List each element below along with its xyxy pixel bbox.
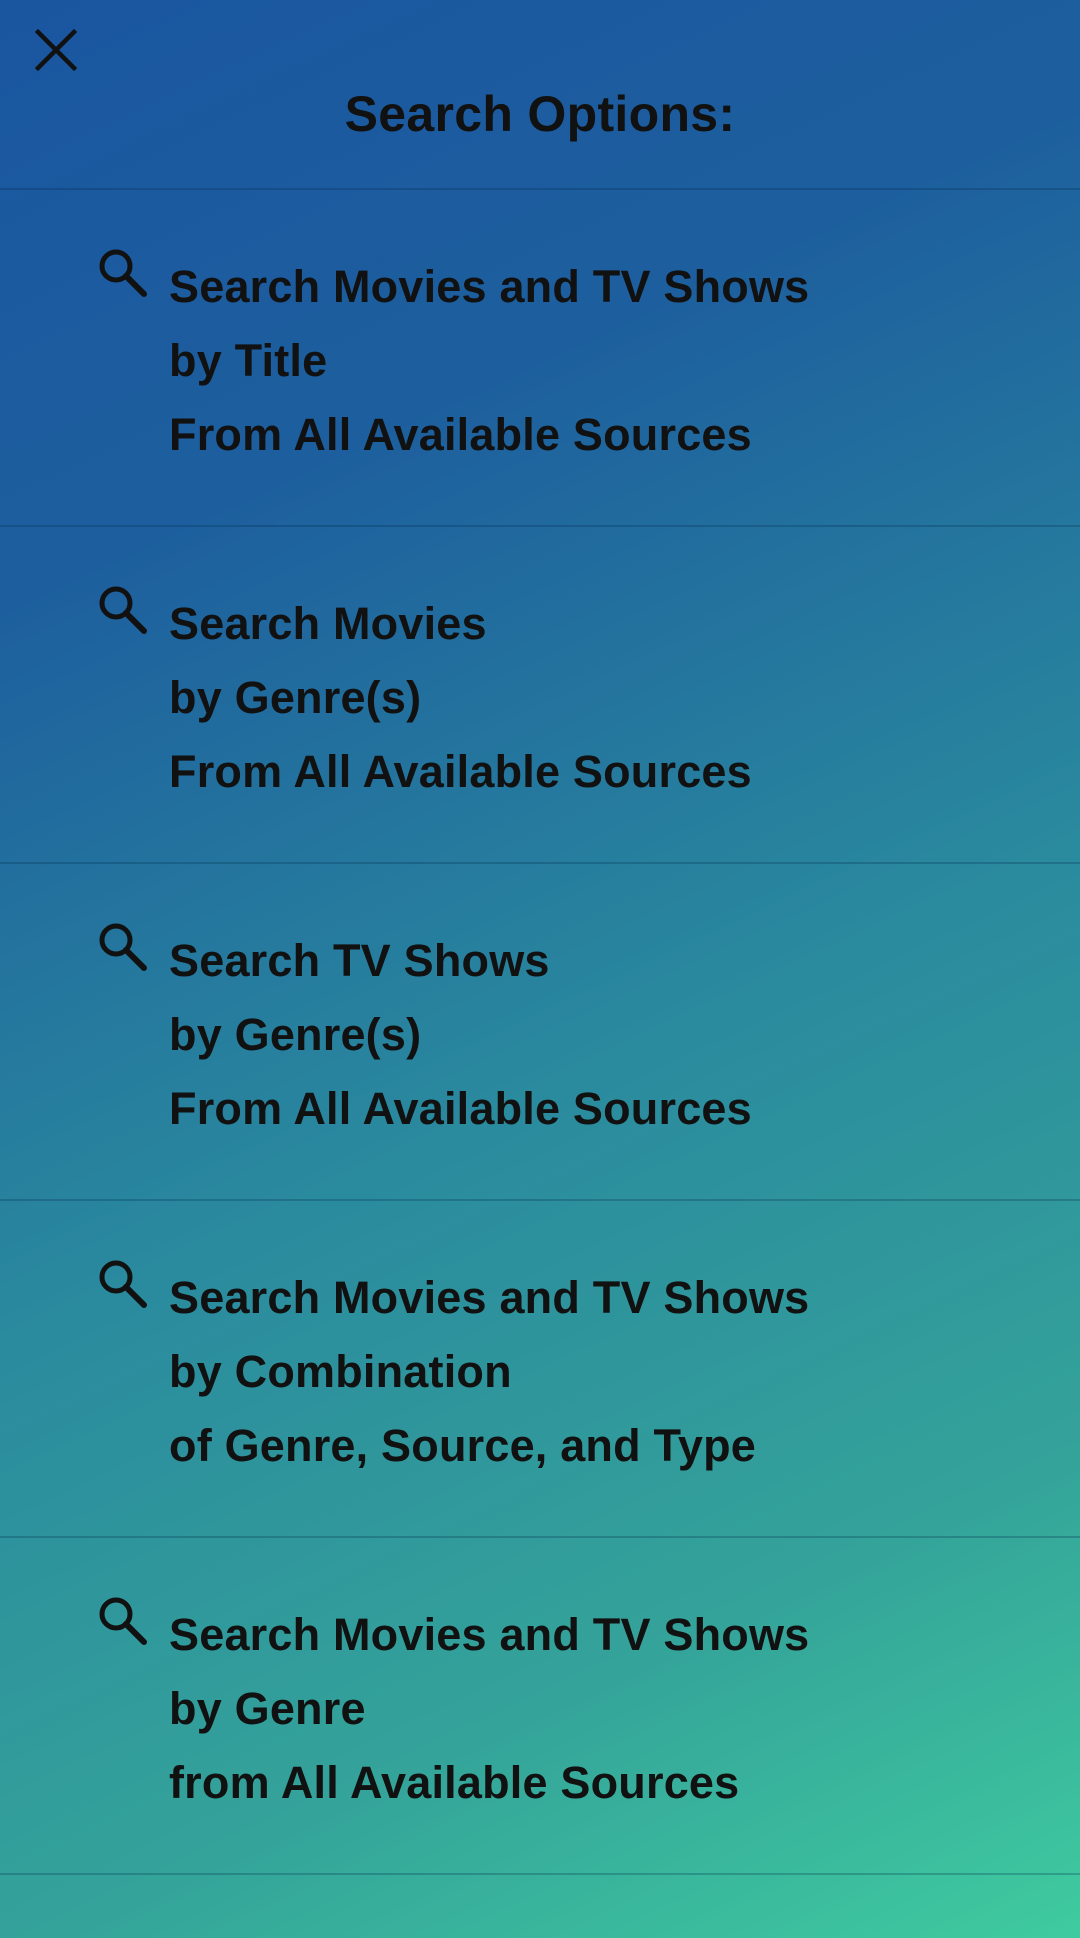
search-option-combination[interactable]: Search Movies and TV Shows by Combinatio… [0,1201,1080,1538]
search-option-genre[interactable]: Search Movies and TV Shows by Genre from… [0,1538,1080,1875]
option-line: by Combination [169,1346,512,1397]
search-icon [99,1597,147,1645]
option-line: From All Available Sources [169,409,752,460]
option-line: by Genre(s) [169,672,422,723]
option-line: From All Available Sources [169,746,752,797]
search-option-title[interactable]: Search Movies and TV Shows by Title From… [0,190,1080,527]
search-options-list: Search Movies and TV Shows by Title From… [0,190,1080,1875]
close-button[interactable] [22,16,90,84]
search-icon [99,249,147,297]
search-icon [99,586,147,634]
header: Search Options: [0,0,1080,190]
option-label: Search Movies and TV Shows by Combinatio… [169,1261,809,1483]
option-label: Search Movies by Genre(s) From All Avail… [169,587,752,809]
page-title: Search Options: [344,86,736,142]
search-option-tv-genres[interactable]: Search TV Shows by Genre(s) From All Ava… [0,864,1080,1201]
option-line: by Genre [169,1683,366,1734]
option-label: Search Movies and TV Shows by Title From… [169,250,809,472]
option-line: Search Movies and TV Shows [169,1272,810,1323]
option-line: From All Available Sources [169,1083,752,1134]
search-icon [99,1260,147,1308]
option-line: by Genre(s) [169,1009,422,1060]
option-line: from All Available Sources [169,1757,740,1808]
search-option-movie-genres[interactable]: Search Movies by Genre(s) From All Avail… [0,527,1080,864]
option-line: Search Movies and TV Shows [169,261,810,312]
option-label: Search Movies and TV Shows by Genre from… [169,1598,809,1820]
option-line: of Genre, Source, and Type [169,1420,756,1471]
search-icon [99,923,147,971]
option-line: by Title [169,335,328,386]
close-icon [34,28,78,72]
option-label: Search TV Shows by Genre(s) From All Ava… [169,924,752,1146]
option-line: Search Movies and TV Shows [169,1609,810,1660]
option-line: Search TV Shows [169,935,550,986]
option-line: Search Movies [169,598,487,649]
